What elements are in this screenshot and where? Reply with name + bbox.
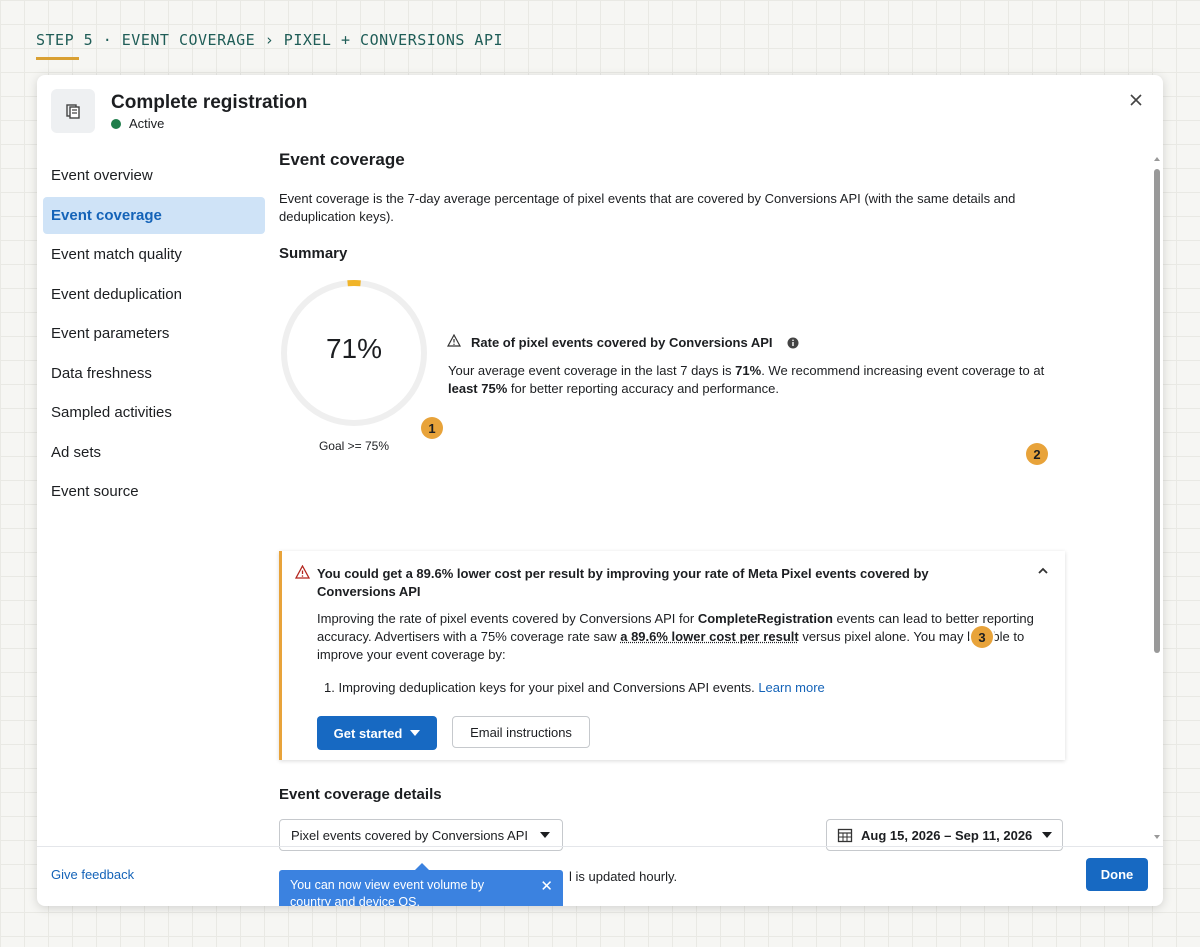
status-indicator: Active bbox=[111, 116, 164, 131]
learn-more-link[interactable]: Learn more bbox=[758, 680, 824, 695]
close-button[interactable] bbox=[1129, 89, 1143, 111]
step-underline bbox=[36, 57, 79, 60]
dropdown-caret-icon bbox=[410, 730, 421, 736]
get-started-button[interactable]: Get started bbox=[317, 716, 437, 750]
close-icon bbox=[1130, 94, 1142, 106]
rate-title: Rate of pixel events covered by Conversi… bbox=[471, 335, 773, 350]
status-text: Active bbox=[129, 116, 165, 131]
event-details-modal: Complete registration Active Event overv… bbox=[37, 75, 1163, 906]
warning-icon bbox=[447, 334, 461, 347]
details-heading: Event coverage details bbox=[279, 786, 442, 803]
coverage-value: 71% bbox=[325, 333, 383, 364]
sidebar-item-event-source[interactable]: Event source bbox=[43, 473, 265, 510]
callout-1: 1 bbox=[421, 417, 443, 439]
summary-heading: Summary bbox=[279, 245, 348, 262]
sidebar-item-sampled-activities[interactable]: Sampled activities bbox=[43, 394, 265, 431]
active-dot-icon bbox=[111, 118, 121, 129]
sidebar-item-event-parameters[interactable]: Event parameters bbox=[43, 315, 265, 352]
scroll-thumb[interactable] bbox=[1154, 169, 1160, 653]
rate-heading: Rate of pixel events covered by Conversi… bbox=[447, 334, 799, 350]
tip-list-item: 1. Improving deduplication keys for your… bbox=[324, 680, 825, 695]
tip-body: Improving the rate of pixel events cover… bbox=[317, 611, 1034, 662]
done-button[interactable]: Done bbox=[1086, 858, 1148, 891]
update-frequency-text: l is updated hourly. bbox=[569, 869, 678, 884]
tip-title: You could get a 89.6% lower cost per res… bbox=[317, 566, 929, 599]
sidebar-item-event-overview[interactable]: Event overview bbox=[43, 157, 265, 194]
chevron-up-icon[interactable] bbox=[1037, 565, 1049, 577]
give-feedback-link[interactable]: Give feedback bbox=[51, 867, 134, 882]
email-instructions-button[interactable]: Email instructions bbox=[452, 716, 590, 748]
intro-text: Event coverage is the 7-day average perc… bbox=[279, 191, 1016, 224]
scroll-up-icon bbox=[1154, 157, 1160, 161]
sidebar-nav: Event overview Event coverage Event match … bbox=[43, 157, 265, 513]
callout-3: 3 bbox=[971, 626, 993, 648]
sidebar-item-event-match-quality[interactable]: Event match quality bbox=[43, 236, 265, 273]
sidebar-item-data-freshness[interactable]: Data freshness bbox=[43, 355, 265, 392]
event-icon bbox=[51, 89, 95, 133]
sidebar-item-event-deduplication[interactable]: Event deduplication bbox=[43, 276, 265, 313]
sidebar-item-event-coverage[interactable]: Event coverage bbox=[43, 196, 265, 234]
goal-text: Goal >= 75% bbox=[318, 439, 390, 453]
dropdown-caret-icon bbox=[540, 832, 550, 838]
new-feature-tooltip: You can now view event volume by country… bbox=[279, 863, 563, 906]
sidebar-item-ad-sets[interactable]: Ad sets bbox=[43, 434, 265, 471]
calendar-icon bbox=[837, 828, 853, 843]
event-title: Complete registration bbox=[111, 92, 308, 113]
dropdown-caret-icon bbox=[1042, 832, 1052, 838]
section-title: Event coverage bbox=[279, 150, 405, 169]
callout-2: 2 bbox=[1026, 443, 1048, 465]
rate-description: Your average event coverage in the last … bbox=[448, 363, 1045, 396]
cost-tip-card: You could get a 89.6% lower cost per res… bbox=[279, 551, 1065, 760]
content-scrollbar[interactable] bbox=[1153, 155, 1161, 841]
info-icon[interactable] bbox=[787, 337, 799, 349]
step-label: STEP 5 · EVENT COVERAGE › PIXEL + CONVER… bbox=[36, 31, 504, 49]
tooltip-close-icon[interactable]: ✕ bbox=[540, 878, 553, 895]
scroll-down-icon bbox=[1154, 835, 1160, 839]
footer-divider bbox=[37, 846, 1163, 847]
warning-icon bbox=[295, 565, 310, 579]
cost-link[interactable]: a 89.6% lower cost per result bbox=[620, 629, 798, 644]
